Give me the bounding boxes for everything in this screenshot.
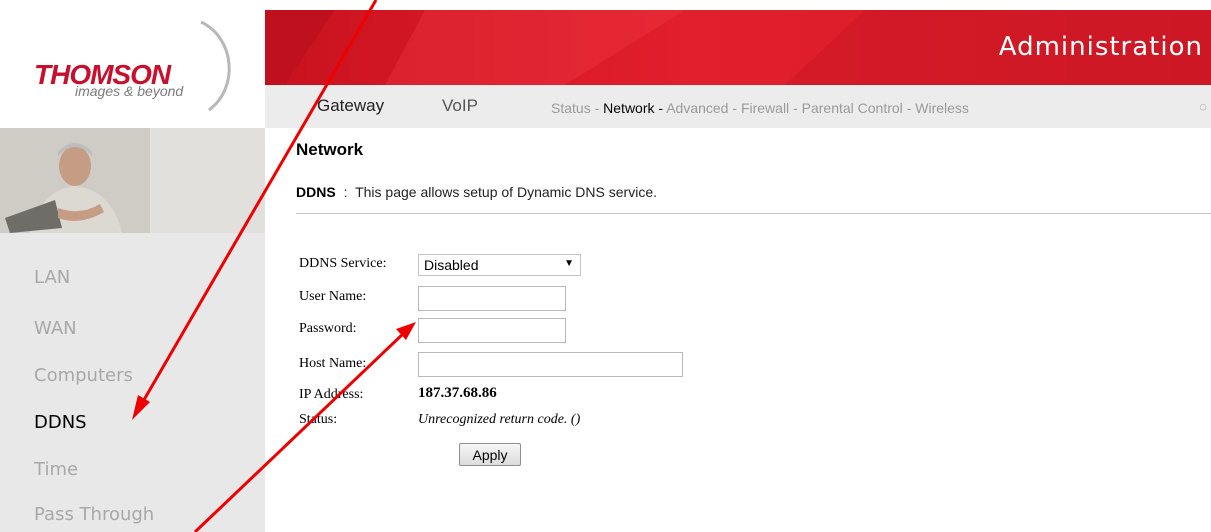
nav-voip[interactable]: VoIP bbox=[442, 96, 478, 116]
subnav-separator: - bbox=[594, 100, 600, 116]
banner-title: Administration bbox=[998, 32, 1203, 62]
subnav-separator: - bbox=[793, 100, 798, 116]
description-text: This page allows setup of Dynamic DNS se… bbox=[355, 184, 657, 200]
subnav-advanced[interactable]: Advanced bbox=[666, 100, 728, 116]
user-photo bbox=[0, 128, 265, 233]
ip-address-label: IP Address: bbox=[299, 387, 364, 402]
status-value: Unrecognized return code. () bbox=[418, 412, 581, 427]
status-label: Status: bbox=[299, 412, 338, 427]
person-with-laptop-icon bbox=[0, 128, 265, 233]
subnav-separator: - bbox=[658, 100, 664, 116]
logo-tagline: images & beyond bbox=[75, 83, 184, 99]
ddns-service-select[interactable]: Disabled ▼ bbox=[418, 254, 581, 276]
sidebar-item-time[interactable]: Time bbox=[34, 459, 78, 480]
loading-ring-icon: ◌ bbox=[1199, 99, 1207, 114]
ddns-service-label: DDNS Service: bbox=[299, 256, 387, 271]
page-title: Network bbox=[296, 140, 364, 159]
chevron-down-icon: ▼ bbox=[564, 258, 574, 269]
password-label: Password: bbox=[299, 321, 357, 336]
top-nav: Gateway VoIP Status - Network - Advanced… bbox=[265, 85, 1211, 128]
ddns-service-value: Disabled bbox=[424, 257, 479, 273]
sidebar-item-ddns[interactable]: DDNS bbox=[34, 412, 87, 433]
sidebar-item-computers[interactable]: Computers bbox=[34, 365, 133, 386]
thomson-logo: THOMSON images & beyond bbox=[0, 0, 265, 128]
user-name-label: User Name: bbox=[299, 289, 367, 304]
page-description: DDNS : This page allows setup of Dynamic… bbox=[296, 184, 657, 200]
sidebar: LAN WAN Computers DDNS Time Pass Through bbox=[0, 128, 265, 532]
sidebar-item-wan[interactable]: WAN bbox=[34, 318, 77, 339]
apply-button[interactable]: Apply bbox=[459, 443, 521, 466]
sub-nav: Status - Network - Advanced - Firewall -… bbox=[551, 100, 969, 116]
user-name-input[interactable] bbox=[418, 286, 566, 311]
sidebar-item-lan[interactable]: LAN bbox=[34, 267, 70, 288]
subnav-firewall[interactable]: Firewall bbox=[741, 100, 789, 116]
nav-gateway[interactable]: Gateway bbox=[317, 96, 384, 116]
main-content: Network DDNS : This page allows setup of… bbox=[265, 128, 1211, 532]
subnav-network[interactable]: Network bbox=[603, 100, 654, 116]
password-input[interactable] bbox=[418, 318, 566, 343]
description-separator: : bbox=[343, 184, 348, 200]
description-key: DDNS bbox=[296, 184, 336, 200]
subnav-separator: - bbox=[732, 100, 738, 116]
divider bbox=[296, 213, 1211, 214]
subnav-status[interactable]: Status bbox=[551, 100, 591, 116]
host-name-input[interactable] bbox=[418, 352, 683, 377]
host-name-label: Host Name: bbox=[299, 356, 367, 371]
sidebar-item-pass-through[interactable]: Pass Through bbox=[34, 504, 154, 525]
logo-swoosh-icon bbox=[200, 20, 231, 112]
subnav-separator: - bbox=[906, 100, 912, 116]
subnav-parental-control[interactable]: Parental Control bbox=[802, 100, 903, 116]
ip-address-value: 187.37.68.86 bbox=[418, 385, 497, 401]
subnav-wireless[interactable]: Wireless bbox=[915, 100, 969, 116]
header-banner: Administration bbox=[265, 10, 1211, 85]
